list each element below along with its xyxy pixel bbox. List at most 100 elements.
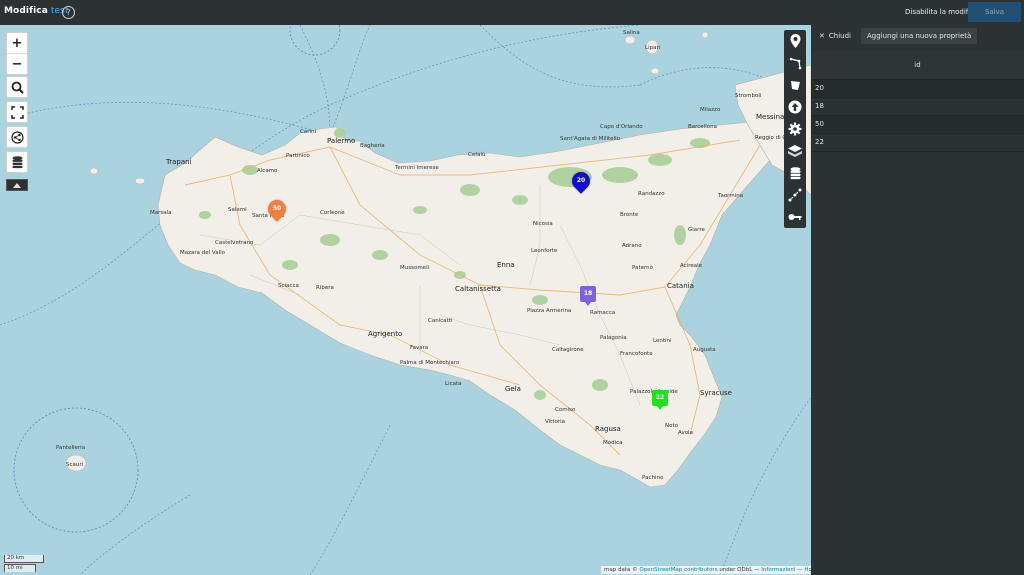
place-label: Syracuse (700, 389, 732, 397)
place-label: Marsala (150, 210, 172, 216)
close-label: Chiudi (828, 32, 851, 40)
place-label: Stromboli (735, 93, 762, 99)
place-label: Termini Imerese (395, 165, 439, 171)
place-label: Ribera (316, 285, 334, 291)
map-canvas[interactable]: Palermo Trapani Marsala Mazara del Vallo… (0, 25, 811, 575)
help-icon[interactable]: ? (62, 6, 75, 19)
place-label: Castelvetrano (215, 240, 254, 246)
map-attribution: map data © OpenStreetMap contributors un… (601, 566, 824, 574)
data-table-panel: ✕ Chiudi Aggiungi una nuova proprietà id… (811, 25, 1024, 575)
place-label: Noto (665, 423, 679, 429)
datalayers-control (6, 151, 28, 173)
tilelayer-icon[interactable] (784, 184, 806, 206)
scale-bar: 20 km 10 mi (4, 555, 44, 572)
marker-pin-50[interactable]: 50 (264, 196, 290, 222)
place-label: Milazzo (700, 107, 721, 113)
zoom-in-button[interactable]: + (7, 33, 27, 53)
add-property-button[interactable]: Aggiungi una nuova proprietà (860, 28, 978, 44)
table-row[interactable]: 20 (811, 80, 1024, 98)
database-icon[interactable] (784, 162, 806, 184)
place-label: Messina (756, 113, 785, 121)
place-label: Licata (445, 381, 462, 387)
osm-link[interactable]: OpenStreetMap contributors (639, 567, 717, 573)
place-label: Lentini (653, 338, 672, 344)
table-row[interactable]: 22 (811, 134, 1024, 152)
place-label: Palma di Montechiaro (400, 360, 460, 366)
place-label: Ramacca (590, 310, 616, 316)
marker-label: 20 (576, 177, 586, 184)
search-icon[interactable] (7, 77, 27, 97)
place-label: Acireale (680, 263, 703, 269)
place-label: Nicosia (533, 221, 553, 227)
zoom-out-button[interactable]: − (7, 54, 27, 74)
place-label: Lipari (645, 45, 661, 51)
marker-square-22[interactable]: 22 (652, 390, 668, 410)
place-label: Randazzo (638, 191, 665, 197)
place-label: Piazza Armerina (527, 308, 572, 314)
place-label: Taormina (718, 193, 744, 199)
map-land-layer (0, 25, 811, 575)
place-label: Palagonia (600, 335, 627, 341)
zoom-control: + − (6, 32, 28, 75)
gear-icon[interactable] (784, 118, 806, 140)
place-label: Sant'Agata di Militello (560, 136, 620, 142)
place-label: Bagheria (360, 143, 385, 149)
marker-label: 50 (272, 205, 282, 212)
place-label: Partinico (286, 153, 310, 159)
place-label: Paternò (632, 265, 653, 271)
place-label: Avola (678, 430, 693, 436)
place-label: Capo d'Orlando (600, 124, 643, 130)
place-label: Gela (505, 385, 521, 393)
save-button[interactable]: Salva (968, 2, 1021, 22)
place-label: Salemi (228, 207, 247, 213)
place-label: Palermo (327, 137, 356, 145)
fullscreen-icon[interactable] (7, 102, 27, 122)
place-label: Salina (623, 30, 640, 36)
attribution-prefix: map data © (604, 567, 638, 573)
close-panel-button[interactable]: ✕ Chiudi (815, 30, 855, 42)
place-label: Adrano (622, 243, 642, 249)
info-link[interactable]: Informazioni (761, 567, 795, 573)
fullscreen-control (6, 101, 28, 123)
column-header-id[interactable]: id (811, 51, 1024, 80)
edit-toolbar (784, 30, 806, 228)
key-icon[interactable] (784, 206, 806, 228)
layers-icon[interactable] (784, 140, 806, 162)
place-label: Cefalù (468, 152, 486, 158)
marker-square-18[interactable]: 18 (580, 286, 596, 306)
place-label: Alcamo (257, 168, 278, 174)
place-label: Agrigento (368, 330, 403, 338)
place-label: Giarre (688, 227, 705, 233)
place-label: Pachino (642, 475, 664, 481)
chevron-up-icon[interactable] (6, 179, 28, 191)
attribution-separator: — (754, 567, 760, 573)
place-label: Modica (603, 440, 623, 446)
table-row[interactable]: 18 (811, 98, 1024, 116)
draw-marker-icon[interactable] (784, 30, 806, 52)
search-control (6, 76, 28, 98)
place-label: Caltagirone (552, 347, 584, 353)
place-label: Trapani (166, 158, 192, 166)
place-label: Leonforte (531, 248, 558, 254)
marker-pin-20[interactable]: 20 (568, 168, 594, 194)
scale-imperial: 10 mi (4, 564, 36, 572)
place-label: Canicattì (428, 318, 453, 324)
attribution-license: under ODbL (719, 567, 753, 573)
draw-polyline-icon[interactable] (784, 52, 806, 74)
draw-polygon-icon[interactable] (784, 74, 806, 96)
place-label: Scauri (66, 462, 84, 468)
place-label: Corleone (320, 210, 345, 216)
close-icon: ✕ (819, 32, 825, 40)
place-label: Sciacca (278, 283, 299, 289)
import-icon[interactable] (784, 96, 806, 118)
place-label: Mazara del Vallo (180, 250, 226, 256)
table-row[interactable]: 50 (811, 116, 1024, 134)
attribution-separator: — (797, 567, 803, 573)
scale-metric: 20 km (4, 555, 44, 563)
database-icon[interactable] (7, 152, 27, 172)
place-label: Ragusa (595, 425, 621, 433)
place-label: Bronte (620, 212, 639, 218)
place-label: Mussomeli (400, 265, 430, 271)
share-icon[interactable] (7, 127, 27, 147)
place-label: Catania (667, 282, 694, 290)
